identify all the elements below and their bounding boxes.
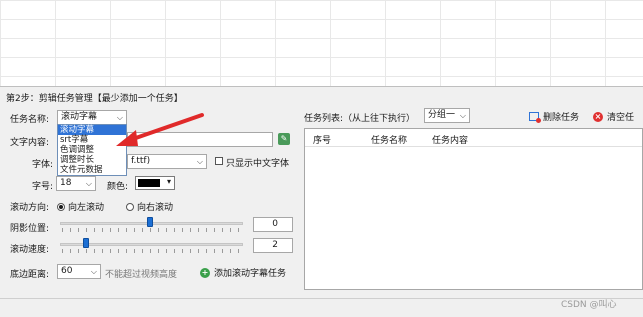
bottom-distance-label: 底边距离: <box>10 270 50 280</box>
chevron-down-icon: ⌵ <box>459 111 466 120</box>
add-icon: + <box>200 267 210 278</box>
chinese-only-label: 只显示中文字体 <box>226 159 290 169</box>
shadow-slider[interactable] <box>60 216 243 232</box>
dir-right-radio[interactable]: 向右滚动 <box>126 200 173 213</box>
task-table[interactable]: 序号 任务名称 任务内容 <box>304 128 643 290</box>
font-value: f.ttf) <box>131 156 151 166</box>
step2-title: 第2步：剪辑任务管理【最少添加一个任务】 <box>6 94 183 104</box>
column-header-name: 任务名称 <box>371 136 408 146</box>
speed-label: 滚动速度: <box>10 245 50 255</box>
bottom-distance-hint: 不能超过视频高度 <box>105 270 178 280</box>
bottom-divider <box>0 298 643 299</box>
speed-slider[interactable] <box>60 237 243 253</box>
size-value: 18 <box>60 178 72 188</box>
shadow-slider-ticks <box>62 228 243 232</box>
watermark: CSDN @叫心 <box>561 300 617 310</box>
dir-left-label: 向左滚动 <box>68 203 105 213</box>
clear-task-button[interactable]: × 清空任 <box>593 110 634 123</box>
font-label: 字体: <box>32 160 54 170</box>
edit-text-icon[interactable]: ✎ <box>278 133 290 145</box>
radio-checked-icon <box>57 202 65 211</box>
group-select[interactable]: 分组一 ⌵ <box>424 108 470 123</box>
shadow-slider-thumb[interactable] <box>146 217 153 227</box>
header-divider <box>305 146 642 147</box>
preview-grid-area <box>0 0 643 87</box>
shadow-label: 阴影位置: <box>10 224 50 234</box>
color-picker[interactable]: ▾ <box>135 176 175 190</box>
color-label: 颜色: <box>107 182 129 192</box>
annotation-arrow-icon <box>116 113 204 146</box>
chinese-only-checkbox[interactable] <box>215 157 223 165</box>
task-name-label: 任务名称: <box>10 115 50 125</box>
group-value: 分组一 <box>428 110 456 120</box>
chevron-down-icon: ▾ <box>166 177 171 186</box>
size-label: 字号: <box>32 182 54 192</box>
clear-icon: × <box>593 111 603 122</box>
chevron-down-icon: ⌵ <box>85 179 92 188</box>
font-select[interactable]: f.ttf) ⌵ <box>127 154 207 169</box>
text-content-label: 文字内容: <box>10 138 50 148</box>
chevron-down-icon: ⌵ <box>90 267 97 276</box>
speed-value-input[interactable]: 2 <box>253 238 293 253</box>
add-scroll-task-label: 添加滚动字幕任务 <box>214 269 287 279</box>
clear-task-label: 清空任 <box>607 113 635 123</box>
delete-icon <box>529 112 541 123</box>
dir-left-radio[interactable]: 向左滚动 <box>57 200 104 213</box>
chevron-down-icon: ⌵ <box>196 157 203 166</box>
bottom-distance-select[interactable]: 60 ⌵ <box>57 264 101 279</box>
direction-label: 滚动方向: <box>10 203 50 213</box>
task-name-value: 滚动字幕 <box>61 112 98 122</box>
radio-unchecked-icon <box>126 202 134 211</box>
bottom-distance-value: 60 <box>61 266 73 276</box>
dropdown-option-duration[interactable]: 调整时长 <box>58 155 126 165</box>
speed-slider-ticks <box>62 249 243 253</box>
delete-task-label: 删除任务 <box>543 113 580 123</box>
task-list-label: 任务列表:（从上往下执行） <box>304 114 416 124</box>
speed-slider-thumb[interactable] <box>83 238 89 248</box>
column-header-index: 序号 <box>313 136 332 146</box>
color-swatch <box>138 179 160 187</box>
column-header-content: 任务内容 <box>432 136 469 146</box>
shadow-value-input[interactable]: 0 <box>253 217 293 232</box>
dropdown-option-metadata[interactable]: 文件元数据 <box>58 165 126 175</box>
dir-right-label: 向右滚动 <box>137 203 174 213</box>
add-scroll-task-button[interactable]: + 添加滚动字幕任务 <box>200 266 286 279</box>
delete-task-button[interactable]: 删除任务 <box>529 110 579 123</box>
size-select[interactable]: 18 ⌵ <box>56 176 96 191</box>
